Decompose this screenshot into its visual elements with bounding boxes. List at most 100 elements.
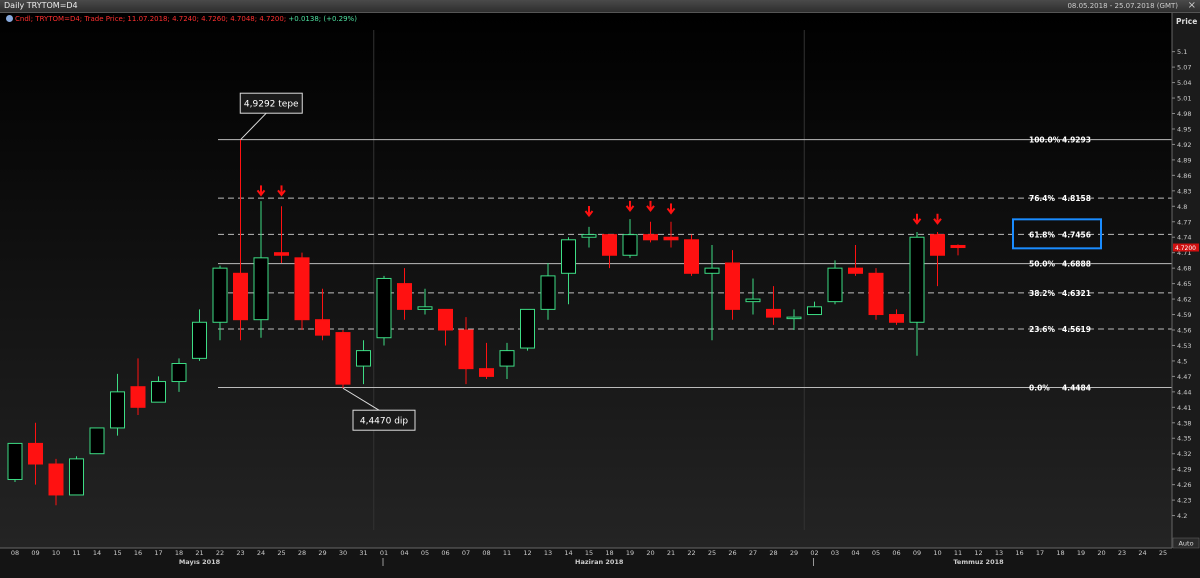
- y-tick-label: 4.32: [1177, 450, 1191, 458]
- candle-body: [807, 306, 822, 316]
- candle-body: [171, 363, 187, 383]
- candle-body: [848, 267, 863, 274]
- x-tick-label: 02: [810, 549, 818, 557]
- x-tick-label: 29: [790, 549, 798, 557]
- candle-body: [130, 386, 146, 408]
- x-tick-label: 16: [1015, 549, 1023, 557]
- x-tick-label: 12: [523, 549, 531, 557]
- y-tick-label: 4.23: [1177, 497, 1191, 505]
- x-tick-label: 27: [749, 549, 757, 557]
- fib-level-label: 76.4%: [1029, 194, 1056, 203]
- candle-body: [889, 314, 904, 323]
- x-tick-label: 19: [1077, 549, 1085, 557]
- y-tick-label: 4.35: [1177, 435, 1191, 443]
- y-tick-label: 4.5: [1177, 357, 1187, 365]
- x-tick-label: 03: [831, 549, 839, 557]
- candle-body: [520, 308, 535, 349]
- x-tick-label: 29: [318, 549, 326, 557]
- y-tick-label: 4.26: [1177, 481, 1191, 489]
- fib-value-label: 4.6321: [1062, 289, 1091, 298]
- candlestick-chart[interactable]: 100.0% 4.929376.4% 4.815861.8% 4.745650.0% 4…: [0, 0, 1200, 578]
- candle-body: [7, 442, 23, 480]
- close-icon[interactable]: ×: [1188, 0, 1196, 12]
- y-tick-label: 4.83: [1177, 187, 1191, 195]
- x-tick-label: 31: [359, 549, 367, 557]
- x-tick-label: 21: [667, 549, 675, 557]
- x-tick-label: 17: [1036, 549, 1044, 557]
- x-tick-label: 11: [954, 549, 962, 557]
- candle-body: [376, 277, 392, 339]
- y-tick-label: 4.86: [1177, 172, 1191, 180]
- month-label: Mayıs 2018: [179, 558, 221, 566]
- x-tick-label: 06: [892, 549, 900, 557]
- candle-body: [356, 350, 371, 367]
- candle-body: [315, 319, 330, 336]
- x-tick-label: 08: [482, 549, 490, 557]
- fib-level-label: 38.2%: [1029, 289, 1056, 298]
- plot-background: [0, 12, 1200, 578]
- x-tick-label: 14: [93, 549, 101, 557]
- y-axis-title: Price: [1176, 17, 1197, 26]
- x-tick-label: 23: [1118, 549, 1126, 557]
- x-tick-label: 24: [1138, 549, 1146, 557]
- candle-body: [192, 321, 207, 359]
- y-tick-label: 4.44: [1177, 388, 1191, 396]
- candle-body: [274, 252, 289, 256]
- candle-body: [438, 308, 453, 331]
- candle-body: [417, 306, 433, 310]
- x-tick-label: 04: [400, 549, 408, 557]
- y-tick-label: 4.62: [1177, 296, 1191, 304]
- x-tick-label: 23: [236, 549, 244, 557]
- fib-value-label: 4.9293: [1062, 136, 1091, 145]
- x-tick-label: 24: [257, 549, 265, 557]
- candle-body: [766, 308, 781, 318]
- fib-value-label: 4.7456: [1062, 230, 1091, 239]
- y-tick-label: 5.1: [1177, 48, 1187, 56]
- x-tick-label: 25: [708, 549, 716, 557]
- fib-value-label: 4.4484: [1062, 384, 1091, 393]
- current-price-label: 4.7200: [1175, 245, 1196, 252]
- y-tick-label: 4.98: [1177, 110, 1191, 118]
- fib-level-label: 100.0%: [1029, 136, 1061, 145]
- fib-level-label: 23.6%: [1029, 325, 1056, 334]
- x-tick-label: 17: [154, 549, 162, 557]
- y-tick-label: 5.01: [1177, 95, 1191, 103]
- x-tick-label: 14: [564, 549, 572, 557]
- window-title: Daily TRYTOM=D4: [4, 1, 78, 10]
- x-tick-label: 09: [913, 549, 921, 557]
- x-tick-label: 28: [769, 549, 777, 557]
- x-tick-label: 20: [1097, 549, 1105, 557]
- y-tick-label: 4.74: [1177, 234, 1191, 242]
- legend-change-text: +0.0138; (+0.29%): [288, 15, 357, 23]
- y-tick-label: 4.68: [1177, 265, 1191, 273]
- candle-body: [479, 368, 494, 377]
- y-tick-label: 4.95: [1177, 125, 1191, 133]
- chart-legend: Cndl; TRYTOM=D4; Trade Price; 11.07.2018…: [6, 15, 357, 24]
- x-tick-label: 11: [503, 549, 511, 557]
- x-tick-label: 05: [421, 549, 429, 557]
- candle-body: [930, 234, 945, 256]
- x-tick-label: 16: [134, 549, 142, 557]
- y-tick-label: 4.8: [1177, 203, 1187, 211]
- x-tick-label: 08: [11, 549, 19, 557]
- x-tick-label: 22: [687, 549, 695, 557]
- candle-body: [69, 458, 84, 496]
- candle-body: [212, 267, 228, 323]
- date-range: 08.05.2018 - 25.07.2018 (GMT): [1067, 2, 1178, 10]
- candle-body: [581, 234, 597, 238]
- candle-body: [950, 244, 966, 249]
- y-tick-label: 4.53: [1177, 342, 1191, 350]
- y-tick-label: 5.07: [1177, 64, 1191, 72]
- series-dot-icon[interactable]: [6, 15, 13, 22]
- month-label: Haziran 2018: [575, 558, 624, 566]
- candle-body: [233, 272, 248, 321]
- candle-body: [643, 234, 658, 241]
- candle-body: [28, 442, 43, 465]
- candle-body: [725, 262, 740, 310]
- y-tick-label: 4.56: [1177, 327, 1191, 335]
- y-tick-label: 4.59: [1177, 311, 1191, 319]
- x-tick-label: 09: [31, 549, 39, 557]
- candle-body: [499, 350, 515, 367]
- candle-body: [622, 234, 638, 256]
- x-tick-label: 10: [933, 549, 941, 557]
